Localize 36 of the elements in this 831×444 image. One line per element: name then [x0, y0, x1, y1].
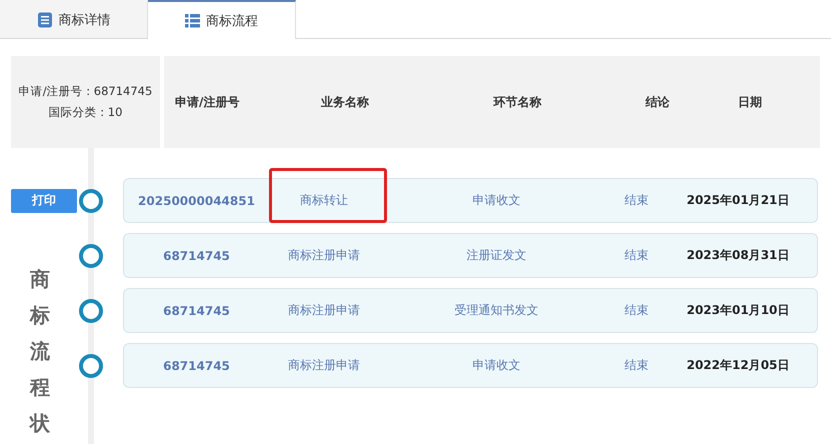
side-title: 商标流程状 [30, 266, 50, 437]
table-cell-text: 结束 [624, 192, 650, 209]
list-icon [185, 14, 200, 28]
column-header: 结论 [644, 94, 670, 110]
table-cell-text: 2023年01月10日 [686, 302, 790, 319]
column-header: 环节名称 [492, 94, 542, 110]
table-cell-text: 申请收文 [472, 357, 522, 374]
table-cell-text: 结束 [624, 302, 650, 319]
timeline-node [79, 244, 103, 268]
table-cell-text: 商标注册申请 [287, 302, 361, 319]
column-header: 业务名称 [320, 94, 370, 110]
table-cell-text: 商标注册申请 [287, 357, 361, 374]
table-cell-text: 2022年12月05日 [686, 357, 790, 374]
registration-number: 申请/注册号 : 68714745 [18, 84, 152, 99]
table-cell-text: 68714745 [162, 304, 231, 318]
timeline-node [79, 188, 103, 212]
table-cell-text: 注册证发文 [466, 247, 528, 264]
table-cell-text: 结束 [624, 357, 650, 374]
table-cell: 商标转让 [269, 192, 379, 209]
table-cell-text: 2025年01月21日 [686, 192, 790, 209]
column-header: 日期 [737, 94, 763, 110]
timeline-node [79, 298, 103, 322]
table-cell-text: 20250000044851 [137, 194, 256, 208]
table-cell-text: 结束 [624, 247, 650, 264]
table-cell-text: 申请收文 [472, 192, 522, 209]
tab[interactable]: 商标流程 [148, 0, 296, 39]
timeline-node [79, 354, 103, 378]
table-cell-text: 受理通知书发文 [454, 302, 540, 319]
table-cell-text: 68714745 [162, 358, 231, 372]
table-cell-text: 2023年08月31日 [686, 247, 790, 264]
class-label: 国际分类 : 10 [48, 105, 122, 120]
column-header: 申请/注册号 [174, 94, 240, 110]
document-icon [36, 12, 52, 28]
table-cell-text: 商标注册申请 [287, 247, 361, 264]
tab[interactable]: 商标详情 [0, 0, 148, 38]
table-cell-text: 68714745 [162, 248, 231, 262]
